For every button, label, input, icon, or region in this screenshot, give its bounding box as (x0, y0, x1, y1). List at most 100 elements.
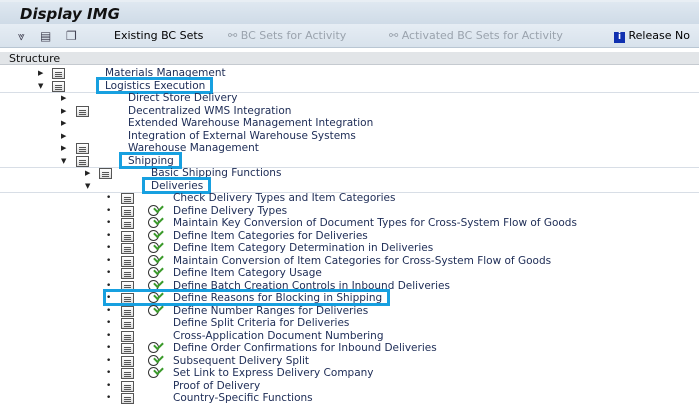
tree-node-label[interactable]: Proof of Delivery (173, 380, 260, 393)
tree-node-label[interactable]: Set Link to Express Delivery Company (173, 367, 374, 380)
tree-node[interactable]: ▼ Deliveries (0, 180, 699, 193)
tree-node[interactable]: ▶ Basic Shipping Functions (0, 167, 699, 180)
tree-node[interactable]: • Check Delivery Types and Item Categorie… (0, 192, 699, 205)
documentation-icon[interactable] (121, 368, 134, 379)
copy-icon[interactable]: ❐ (66, 29, 77, 43)
documentation-icon[interactable] (121, 355, 134, 367)
tree-node-label[interactable]: Cross-Application Document Numbering (173, 330, 384, 343)
documentation-icon[interactable] (121, 218, 134, 229)
tree-node-label[interactable]: Define Delivery Types (173, 205, 287, 218)
expand-arrow-right-icon[interactable]: ▶ (61, 130, 66, 143)
expand-arrow-right-icon[interactable]: ▶ (61, 117, 66, 130)
documentation-icon[interactable] (121, 205, 134, 217)
expand-arrow-right-icon[interactable]: ▶ (38, 67, 43, 80)
documentation-icon[interactable] (76, 105, 89, 117)
tree-node-label[interactable]: Direct Store Delivery (128, 92, 237, 105)
documentation-icon[interactable] (121, 305, 134, 317)
tree-node[interactable]: ▶ Warehouse Management (0, 142, 699, 155)
tree-node[interactable]: ▼ Shipping (0, 155, 699, 168)
tree-node[interactable]: • Set Link to Express Delivery Company (0, 367, 699, 380)
tree-node-label[interactable]: Maintain Conversion of Item Categories f… (173, 255, 551, 268)
tree-node[interactable]: ▶ Extended Warehouse Management Integrati… (0, 117, 699, 130)
tree-node[interactable]: • Define Order Confirmations for Inbound … (0, 342, 699, 355)
execute-activity-icon[interactable] (148, 354, 159, 366)
tree-node[interactable]: • Subsequent Delivery Split (0, 354, 699, 368)
execute-activity-icon[interactable] (148, 204, 159, 216)
tree-node[interactable]: • Country-Specific Functions (0, 392, 699, 405)
tree-node-label[interactable]: Define Item Categories for Deliveries (173, 230, 368, 243)
filter-icon[interactable]: ⩔ (18, 29, 25, 44)
documentation-icon[interactable] (121, 193, 134, 204)
tree-node[interactable]: • Define Item Category Usage (0, 267, 699, 280)
documentation-icon[interactable] (52, 68, 65, 79)
tree-node[interactable]: ▶ Integration of External Warehouse Syste… (0, 130, 699, 143)
tree-node[interactable]: • Maintain Conversion of Item Categories … (0, 254, 699, 268)
expand-arrow-down-icon[interactable]: ▼ (61, 155, 66, 168)
bullet-icon: • (106, 230, 112, 241)
documentation-icon[interactable] (121, 243, 134, 254)
documentation-icon[interactable] (121, 380, 134, 392)
expand-arrow-right-icon[interactable]: ▶ (85, 167, 90, 180)
documentation-icon[interactable] (121, 318, 134, 329)
label: Activated BC Sets for Activity (401, 29, 563, 42)
expand-arrow-right-icon[interactable]: ▶ (61, 142, 66, 155)
tree-node[interactable]: • Define Delivery Types (0, 204, 699, 218)
release-notes-button[interactable]: i Release No (614, 29, 690, 43)
tree-node-label[interactable]: Subsequent Delivery Split (173, 355, 309, 368)
bullet-icon: • (106, 330, 112, 341)
tree-node-label[interactable]: Define Order Confirmations for Inbound D… (173, 342, 437, 355)
expand-arrow-right-icon[interactable]: ▶ (61, 92, 66, 105)
tree-node-label[interactable]: Decentralized WMS Integration (128, 105, 291, 118)
tree-node-label[interactable]: Define Item Category Determination in De… (173, 242, 433, 255)
bullet-icon: • (106, 243, 112, 253)
tree-node-label[interactable]: Country-Specific Functions (173, 392, 313, 405)
expand-arrow-down-icon[interactable]: ▼ (85, 180, 90, 193)
tree-node[interactable]: • Define Item Categories for Deliveries (0, 229, 699, 243)
bullet-icon: • (106, 268, 112, 278)
tree-node-label[interactable]: Check Delivery Types and Item Categories (173, 192, 395, 205)
documentation-icon[interactable] (121, 268, 134, 279)
tree-node[interactable]: • Define Number Ranges for Deliveries (0, 304, 699, 318)
execute-activity-icon[interactable] (148, 267, 159, 278)
documentation-icon[interactable] (121, 230, 134, 242)
execute-activity-icon[interactable] (148, 242, 159, 253)
existing-bc-sets-button[interactable]: Existing BC Sets (114, 29, 203, 42)
bullet-icon: • (106, 380, 112, 391)
tree-node[interactable]: ▶ Direct Store Delivery (0, 92, 699, 105)
tree-node-label[interactable]: Maintain Key Conversion of Document Type… (173, 217, 577, 230)
find-icon[interactable]: ▤ (40, 29, 51, 43)
tree-node-label[interactable]: Define Item Category Usage (173, 267, 322, 280)
documentation-icon[interactable] (52, 80, 65, 92)
activated-bc-sets-button[interactable]: ⚯ Activated BC Sets for Activity (389, 29, 563, 42)
tree-node[interactable]: • Maintain Key Conversion of Document Typ… (0, 217, 699, 230)
documentation-icon[interactable] (76, 155, 89, 167)
documentation-icon[interactable] (121, 393, 134, 404)
execute-activity-icon[interactable] (148, 367, 159, 378)
expand-arrow-right-icon[interactable]: ▶ (61, 105, 66, 118)
tree-node-label[interactable]: Extended Warehouse Management Integratio… (128, 117, 373, 130)
bc-sets-for-activity-button[interactable]: ⚯ BC Sets for Activity (228, 29, 346, 42)
tree-node[interactable]: • Define Item Category Determination in D… (0, 242, 699, 255)
tree-node[interactable]: • Cross-Application Document Numbering (0, 330, 699, 343)
expand-arrow-down-icon[interactable]: ▼ (38, 80, 43, 93)
documentation-icon[interactable] (76, 143, 89, 154)
tree-node-label[interactable]: Define Split Criteria for Deliveries (173, 317, 349, 330)
execute-activity-icon[interactable] (148, 217, 159, 228)
execute-activity-icon[interactable] (148, 342, 159, 353)
tree-node[interactable]: • Proof of Delivery (0, 380, 699, 393)
label: Release No (628, 29, 690, 42)
documentation-icon[interactable] (99, 168, 112, 179)
tree-node[interactable]: • Define Split Criteria for Deliveries (0, 317, 699, 330)
execute-activity-icon[interactable] (148, 304, 159, 316)
toolbar: ⩔ ▤ ❐ Existing BC Sets ⚯ BC Sets for Act… (0, 24, 699, 48)
documentation-icon[interactable] (121, 255, 134, 267)
documentation-icon[interactable] (121, 343, 134, 354)
tree-node-label[interactable]: Integration of External Warehouse System… (128, 130, 356, 143)
execute-activity-icon[interactable] (148, 254, 159, 266)
execute-activity-icon[interactable] (148, 229, 159, 241)
tree-node[interactable]: ▶ Decentralized WMS Integration (0, 105, 699, 118)
documentation-icon[interactable] (121, 330, 134, 342)
highlight-box (103, 289, 390, 306)
bullet-icon: • (106, 355, 112, 366)
tree-node-label[interactable]: Define Number Ranges for Deliveries (173, 305, 368, 318)
